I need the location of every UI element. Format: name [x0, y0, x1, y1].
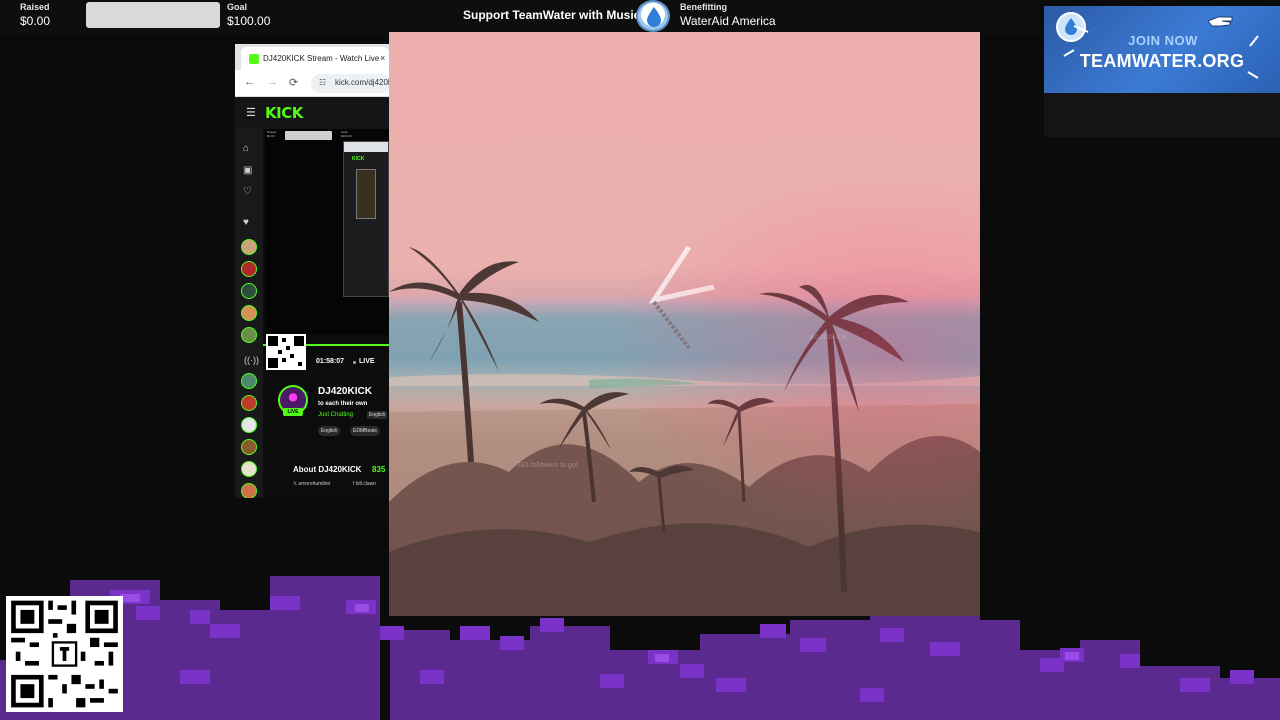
stream-category[interactable]: Just Chatting — [318, 412, 353, 418]
stream-overlay: Raised $0.00 Goal $100.00 Support TeamWa… — [0, 0, 1280, 720]
reload-button[interactable]: ⟳ — [289, 76, 298, 89]
following-heart-icon[interactable]: ♥ — [243, 217, 249, 228]
mini-goal-value: $100.00 — [341, 134, 352, 138]
browser-tab[interactable]: DJ420KICK Stream - Watch Live × — [241, 47, 389, 70]
followed-channel-avatar[interactable] — [241, 305, 257, 321]
pink-glow — [389, 32, 980, 616]
mini-raised-value: $0.00 — [267, 134, 275, 138]
banner-decoration — [1063, 25, 1259, 79]
banner-underpanel — [1044, 93, 1280, 137]
kick-header: ☰ KICK — [235, 97, 389, 129]
qr-code-icon — [266, 334, 306, 370]
recommended-channel-avatar[interactable] — [241, 395, 257, 411]
pointing-hand-icon — [1207, 16, 1233, 27]
stream-title: to each their own — [318, 401, 368, 407]
followed-channel-avatar[interactable] — [241, 261, 257, 277]
water-drop-icon — [636, 0, 670, 32]
kick-logo[interactable]: KICK — [265, 104, 303, 122]
mini-video — [356, 169, 376, 219]
music-visualizer-image: 333 followers to go! @DJ420KICK — [389, 32, 980, 616]
recommended-channel-avatar[interactable] — [241, 417, 257, 433]
raised-label: Raised — [20, 2, 50, 12]
followed-channel-avatar[interactable] — [241, 327, 257, 343]
ghost-followers-text: 333 followers to go! — [517, 462, 578, 469]
recommended-icon: ((·)) — [244, 355, 259, 365]
language-tag[interactable]: English — [367, 411, 388, 419]
browser-toolbar: ← → ⟳ ☷ kick.com/dj420kick — [235, 70, 389, 97]
recommended-channel-avatar[interactable] — [241, 373, 257, 389]
donation-bar: Raised $0.00 Goal $100.00 Support TeamWa… — [0, 0, 1040, 34]
recommended-channel-avatar[interactable] — [241, 461, 257, 477]
teamwater-url[interactable]: TEAMWATER.ORG — [1076, 51, 1248, 72]
stream-timer: 01:58:07 — [316, 358, 345, 365]
raised-value: $0.00 — [20, 14, 51, 28]
mini-progress-bar — [285, 131, 332, 140]
follower-count: 835 — [372, 465, 386, 474]
heart-icon[interactable]: ♡ — [243, 186, 252, 197]
tag-edmbeats[interactable]: EDMBeats — [350, 426, 380, 436]
channel-name[interactable]: DJ420KICK — [318, 386, 372, 397]
qr-code-icon — [6, 596, 123, 712]
ghost-handle-text: @DJ420KICK — [809, 335, 847, 341]
social-handle-facebook: bill.clawn — [355, 481, 377, 487]
mini-browser-window: KICK — [343, 141, 389, 297]
tag-english[interactable]: English — [318, 426, 341, 436]
social-link-facebook[interactable]: f bill.clawn — [353, 481, 376, 487]
kick-favicon-icon — [249, 54, 259, 64]
about-heading: About DJ420KICK — [293, 465, 362, 474]
site-info-icon[interactable]: ☷ — [319, 78, 326, 87]
followed-channel-avatar[interactable] — [241, 239, 257, 255]
recursive-stream-preview[interactable]: Raised $0.00 Goal $100.00 KICK — [265, 129, 389, 335]
benefitting-label: Benefitting — [680, 2, 727, 12]
browser-capture: DJ420KICK Stream - Watch Live × ← → ⟳ ☷ … — [235, 44, 389, 498]
support-text: Support TeamWater with Music — [463, 8, 641, 22]
url-text: kick.com/dj420kick — [335, 78, 389, 87]
goal-value: $100.00 — [227, 14, 271, 28]
donation-progress-bar — [86, 2, 220, 28]
audio-visualizer — [0, 576, 1280, 720]
live-dot-icon — [353, 361, 356, 364]
menu-icon[interactable]: ☰ — [246, 106, 256, 119]
tab-close-icon[interactable]: × — [380, 53, 385, 63]
tab-title: DJ420KICK Stream - Watch Live — [263, 54, 380, 63]
browse-icon[interactable]: ▣ — [243, 165, 252, 176]
goal-label: Goal — [227, 2, 248, 12]
benefitting-value: WaterAid America — [680, 14, 776, 28]
home-icon[interactable]: ⌂ — [243, 143, 249, 154]
address-bar[interactable]: ☷ kick.com/dj420kick — [311, 74, 389, 93]
live-indicator: LIVE — [359, 358, 375, 365]
back-button[interactable]: ← — [244, 76, 255, 88]
kick-sidebar: ⌂ ▣ ♡ ♥ ((·)) — [235, 129, 263, 498]
mini-kick-logo: KICK — [352, 156, 365, 162]
social-handle-x: amorehumbler — [298, 481, 331, 487]
join-now-text: JOIN NOW — [1128, 33, 1198, 48]
live-badge: LIVE — [283, 408, 303, 416]
social-link-x[interactable]: 𝕏 amorehumbler — [293, 481, 331, 487]
followed-channel-avatar[interactable] — [241, 283, 257, 299]
teamwater-banner[interactable] — [1044, 6, 1280, 93]
browser-tabstrip: DJ420KICK Stream - Watch Live × — [235, 44, 389, 70]
forward-button[interactable]: → — [267, 76, 278, 88]
recommended-channel-avatar[interactable] — [241, 483, 257, 498]
recommended-channel-avatar[interactable] — [241, 439, 257, 455]
